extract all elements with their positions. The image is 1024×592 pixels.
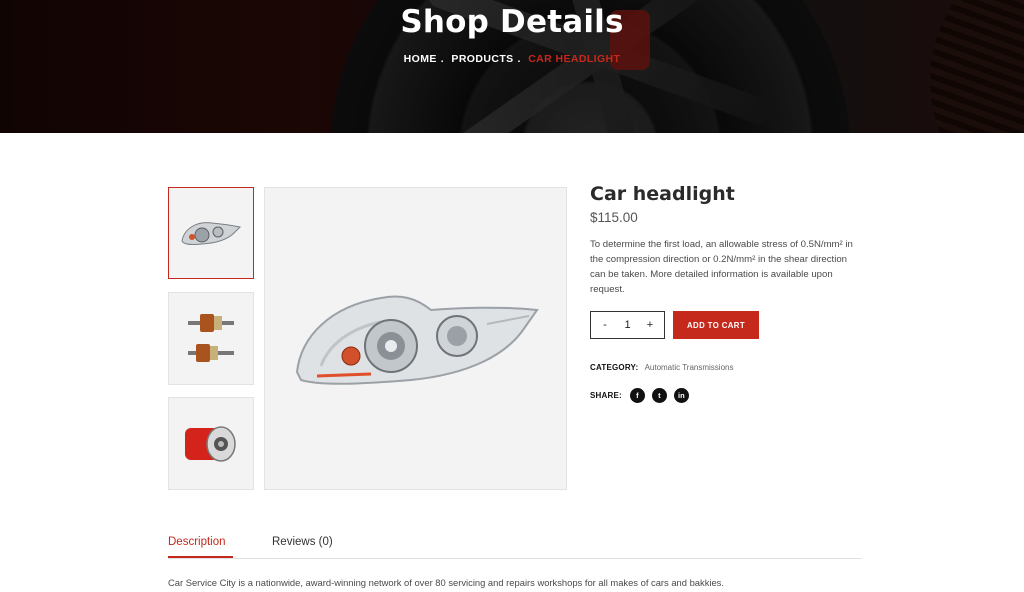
headlight-icon	[295, 295, 539, 385]
quantity-stepper[interactable]: - 1 +	[590, 311, 665, 339]
breadcrumb-products[interactable]: PRODUCTS	[451, 53, 513, 65]
tab-reviews[interactable]: Reviews (0)	[272, 536, 333, 548]
quantity-decrease-button[interactable]: -	[600, 319, 610, 331]
facebook-icon[interactable]: f	[629, 388, 645, 403]
breadcrumb: HOME. PRODUCTS. CAR HEADLIGHT	[0, 53, 1024, 65]
headlight-icon	[181, 222, 242, 246]
quantity-increase-button[interactable]: +	[645, 319, 655, 331]
share-label: SHARE:	[590, 391, 622, 400]
product-title: Car headlight	[590, 183, 735, 205]
category-label: CATEGORY:	[590, 363, 639, 372]
breadcrumb-separator: .	[517, 53, 521, 65]
main-product-image[interactable]	[264, 187, 567, 490]
page-title: Shop Details	[400, 4, 624, 40]
product-tabs: Description Reviews (0)	[168, 530, 862, 559]
breadcrumb-home[interactable]: HOME	[404, 53, 437, 65]
thumbnail-armature-parts[interactable]	[168, 292, 254, 385]
hero-banner: Shop Details HOME. PRODUCTS. CAR HEADLIG…	[0, 0, 1024, 133]
share-row: SHARE: f t in	[590, 388, 696, 403]
twitter-icon[interactable]: t	[651, 388, 667, 403]
armature-icon	[188, 313, 234, 362]
linkedin-icon[interactable]: in	[673, 388, 689, 403]
tab-description-content: Car Service City is a nationwide, award-…	[168, 577, 724, 588]
active-tab-indicator	[168, 556, 233, 558]
product-description: To determine the first load, an allowabl…	[590, 239, 853, 295]
oil-filter-icon	[185, 425, 236, 462]
product-category: CATEGORY: Automatic Transmissions	[590, 363, 733, 372]
quantity-value[interactable]: 1	[624, 319, 630, 331]
thumbnail-oil-filter[interactable]	[168, 397, 254, 490]
product-price: $115.00	[590, 210, 638, 225]
thumbnail-headlight[interactable]	[168, 187, 254, 279]
breadcrumb-current: CAR HEADLIGHT	[528, 53, 621, 65]
add-to-cart-button[interactable]: ADD TO CART	[673, 311, 759, 339]
category-link[interactable]: Automatic Transmissions	[645, 363, 734, 372]
breadcrumb-separator: .	[440, 53, 445, 65]
tab-description[interactable]: Description	[168, 536, 226, 548]
